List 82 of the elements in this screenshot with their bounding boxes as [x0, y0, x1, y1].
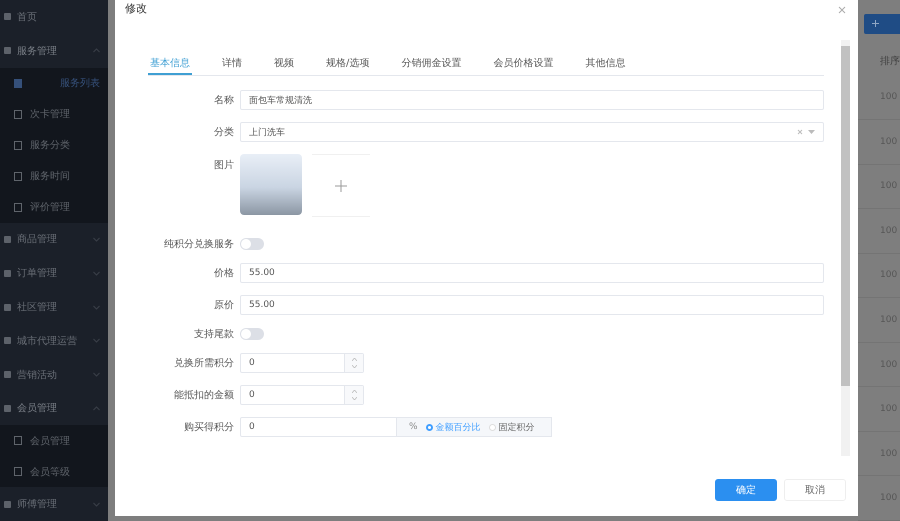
field-label: 原价 — [213, 299, 235, 312]
square-icon — [4, 236, 11, 243]
caret-icon — [808, 130, 815, 134]
sidebar-item[interactable]: 会员管理 — [0, 391, 108, 426]
sidebar-subitem[interactable]: 评价管理 — [0, 192, 108, 223]
tab[interactable]: 基本信息 — [148, 53, 192, 75]
sidebar-item[interactable]: 城市代理运营 — [0, 324, 108, 358]
sidebar-item[interactable]: 订单管理 — [0, 256, 108, 290]
confirm-button[interactable]: 确定 — [715, 479, 777, 501]
chevron-icon — [93, 236, 100, 242]
unit-label: % — [409, 422, 418, 432]
tab[interactable]: 视频 — [272, 53, 296, 75]
select-field[interactable]: 上门洗车 — [240, 122, 824, 142]
square-icon — [14, 172, 22, 181]
chevron-icon — [93, 406, 100, 411]
plus-icon — [872, 20, 879, 28]
square-icon — [4, 404, 11, 412]
square-icon — [14, 436, 22, 446]
sidebar-item[interactable]: 服务管理 — [0, 34, 108, 68]
square-icon — [4, 47, 11, 54]
sidebar-item[interactable]: 社区管理 — [0, 290, 108, 324]
tab[interactable]: 其他信息 — [583, 53, 628, 75]
field-label: 图片 — [213, 158, 235, 172]
sidebar-item[interactable]: 师傅管理 — [0, 487, 108, 521]
sidebar-item[interactable]: 首页 — [0, 0, 108, 34]
square-icon — [4, 13, 11, 20]
square-icon — [14, 467, 22, 476]
field-label: 价格 — [213, 266, 235, 280]
text-input[interactable]: 55.00 — [240, 295, 824, 315]
chevron-icon — [93, 502, 100, 507]
table-header-cell-text: 排序 — [879, 54, 900, 69]
text-input[interactable]: 面包车常规清洗 — [240, 90, 824, 110]
tab[interactable]: 规格/选项 — [324, 53, 372, 75]
dialog-title: 修改 — [125, 1, 147, 16]
text-input[interactable]: 55.00 — [240, 263, 824, 283]
square-icon — [14, 110, 22, 119]
square-icon — [4, 270, 11, 277]
clear-icon[interactable] — [797, 129, 803, 135]
sidebar-subitem[interactable]: 服务列表 — [0, 68, 108, 99]
field-label: 纯积分兑换服务 — [163, 238, 235, 251]
sidebar-subitem[interactable]: 会员管理 — [0, 425, 108, 456]
chevron-icon — [93, 48, 100, 54]
field-label: 能抵扣的金额 — [173, 388, 235, 402]
chevron-icon — [93, 270, 100, 276]
square-icon — [14, 78, 22, 88]
sidebar-subitem[interactable]: 服务分类 — [0, 130, 108, 161]
tab[interactable]: 会员价格设置 — [491, 53, 556, 75]
tab[interactable]: 分销佣金设置 — [399, 53, 464, 75]
text-input[interactable]: 0 — [240, 417, 397, 437]
field-label: 名称 — [213, 94, 235, 107]
square-icon — [14, 202, 22, 212]
chevron-icon — [93, 372, 100, 378]
tab[interactable]: 详情 — [220, 53, 244, 75]
plus-icon — [335, 180, 347, 192]
photo-placeholder — [240, 154, 302, 215]
field-label: 兑换所需积分 — [173, 356, 235, 370]
cancel-button[interactable]: 取消 — [784, 479, 846, 501]
square-icon — [4, 337, 11, 344]
radio-option[interactable]: 固定积分 — [488, 420, 535, 434]
sidebar-subitem[interactable]: 服务时间 — [0, 160, 108, 192]
upload-button[interactable] — [312, 154, 370, 217]
toggle-switch[interactable] — [240, 328, 264, 340]
square-icon — [4, 371, 11, 378]
sidebar-item[interactable]: 商品管理 — [0, 222, 108, 256]
chevron-icon — [93, 304, 100, 310]
add-button[interactable] — [864, 14, 900, 34]
chevron-icon — [93, 338, 100, 344]
square-icon — [4, 500, 11, 508]
sidebar-subitem[interactable]: 次卡管理 — [0, 98, 108, 130]
radio-option[interactable]: 金额百分比 — [426, 420, 481, 434]
number-input[interactable]: 0 — [240, 353, 364, 373]
scrollbar[interactable] — [841, 40, 850, 456]
square-icon — [4, 304, 11, 311]
number-input[interactable]: 0 — [240, 385, 364, 405]
field-label: 购买得积分 — [183, 421, 235, 434]
field-label: 分类 — [213, 126, 235, 139]
sidebar-item[interactable]: 营销活动 — [0, 358, 108, 392]
sidebar-subitem[interactable]: 会员等级 — [0, 456, 108, 488]
toggle-switch[interactable] — [240, 238, 264, 250]
field-label: 支持尾款 — [193, 328, 235, 341]
close-icon[interactable] — [838, 6, 846, 14]
square-icon — [14, 140, 22, 150]
